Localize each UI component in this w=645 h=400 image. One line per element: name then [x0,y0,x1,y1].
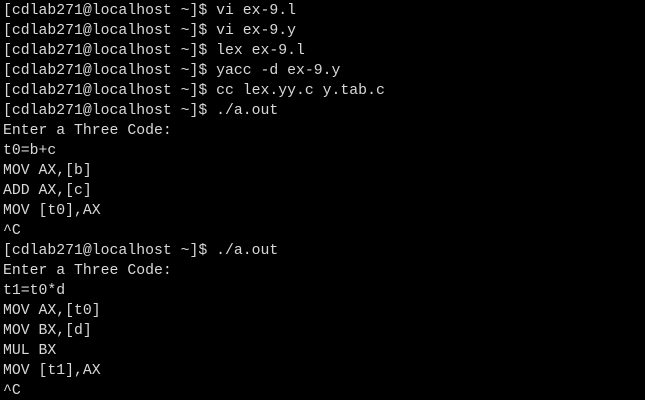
terminal-line-prompt-vi-yacc: [cdlab271@localhost ~]$ vi ex-9.y [3,23,297,39]
terminal-line-input: t1=t0*d [3,283,66,299]
terminal-line-input: t0=b+c [3,143,57,159]
terminal-line-output: Enter a Three Code: [3,123,172,139]
terminal-line-interrupt: ^C [3,223,21,239]
terminal-line-output: MOV [t1],AX [3,363,101,379]
terminal-line-output: MUL BX [3,343,57,359]
terminal-line-prompt-lex: [cdlab271@localhost ~]$ lex ex-9.l [3,43,305,59]
terminal-line-prompt-run-1: [cdlab271@localhost ~]$ ./a.out [3,103,279,119]
terminal-line-output: Enter a Three Code: [3,263,172,279]
terminal-line-prompt-run-2: [cdlab271@localhost ~]$ ./a.out [3,243,279,259]
terminal-line-output: ADD AX,[c] [3,183,92,199]
terminal-window[interactable]: [cdlab271@localhost ~]$ vi ex-9.l [cdlab… [0,0,645,400]
terminal-line-output: MOV AX,[t0] [3,303,101,319]
terminal-line-prompt-cc: [cdlab271@localhost ~]$ cc lex.yy.c y.ta… [3,83,385,99]
terminal-line-output: MOV [t0],AX [3,203,101,219]
terminal-line-prompt-vi-lex: [cdlab271@localhost ~]$ vi ex-9.l [3,3,297,19]
terminal-line-interrupt: ^C [3,383,21,399]
terminal-line-output: MOV BX,[d] [3,323,92,339]
terminal-line-output: MOV AX,[b] [3,163,92,179]
terminal-line-prompt-yacc: [cdlab271@localhost ~]$ yacc -d ex-9.y [3,63,341,79]
